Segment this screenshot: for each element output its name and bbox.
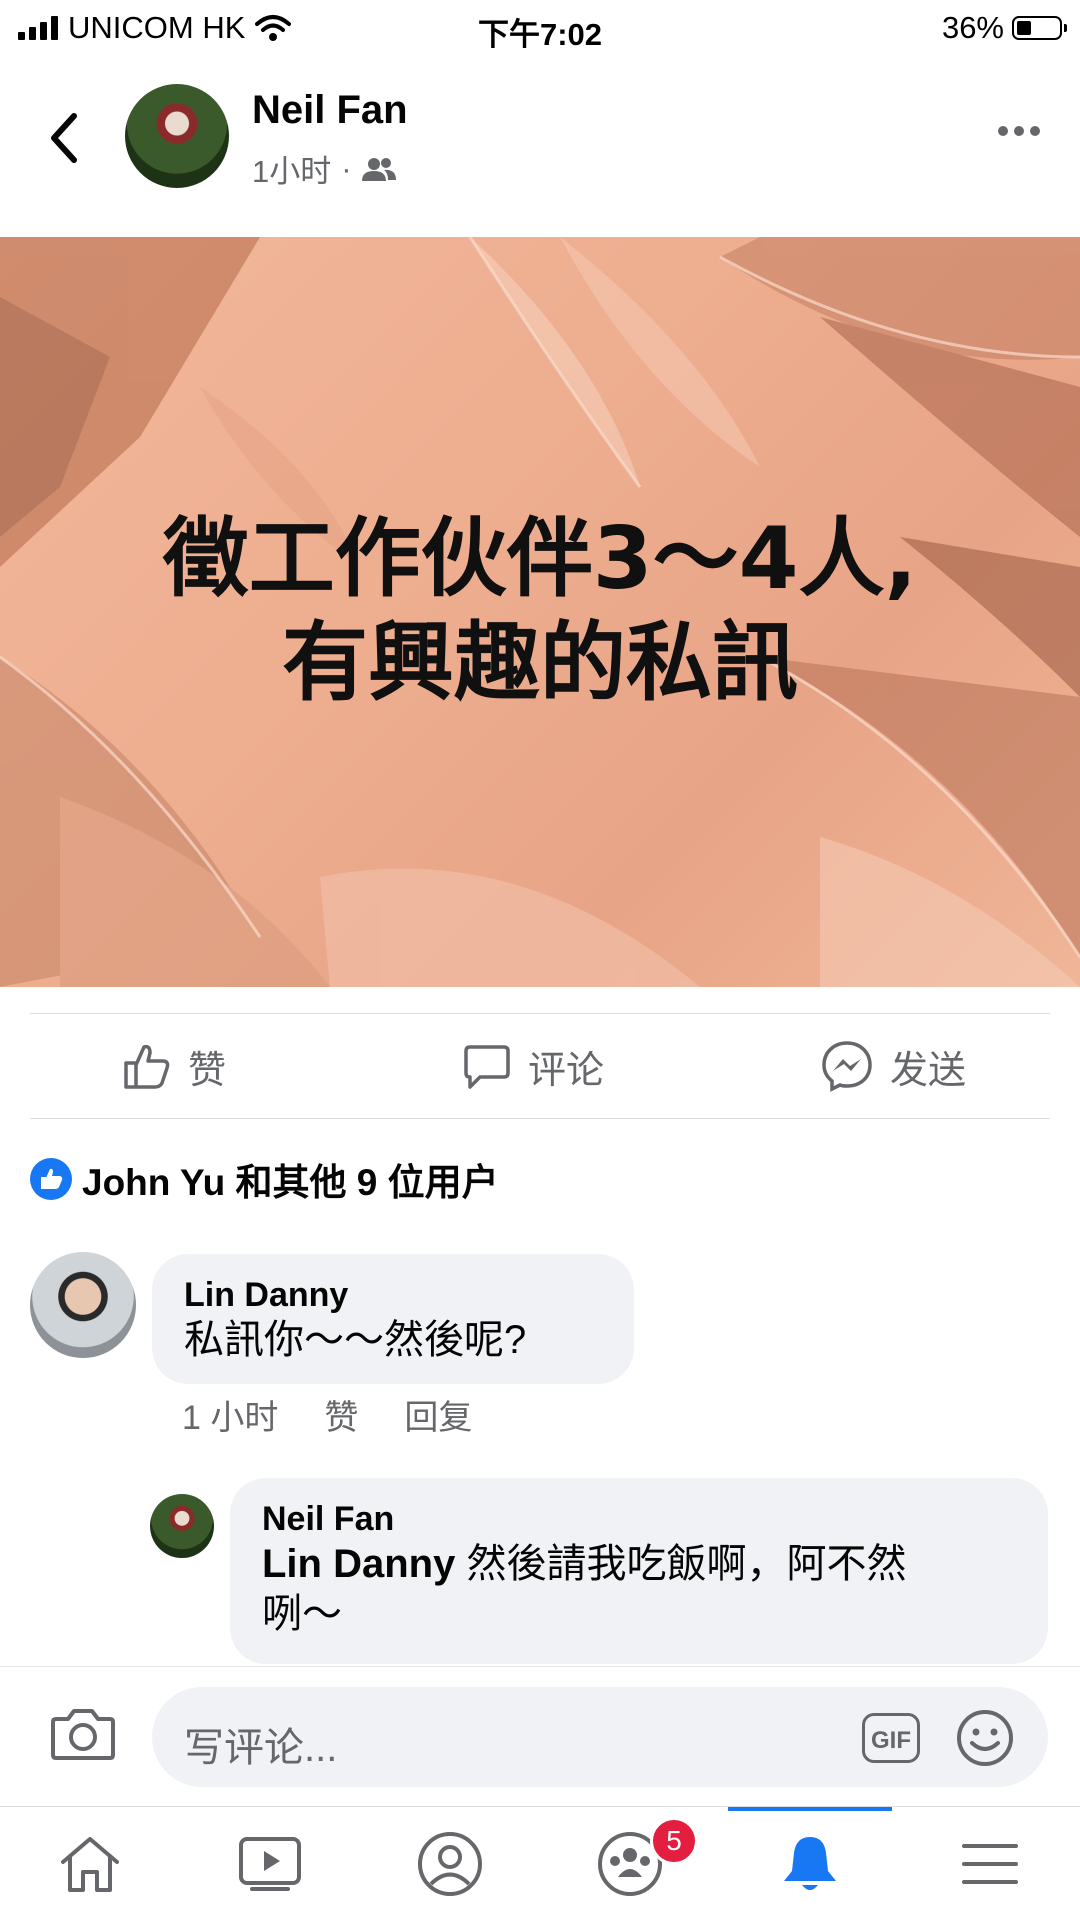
post-header: Neil Fan 1小时 ·: [0, 56, 1080, 236]
nav-watch[interactable]: [180, 1807, 360, 1921]
nav-home[interactable]: [0, 1807, 180, 1921]
nav-menu[interactable]: [900, 1807, 1080, 1921]
author-avatar[interactable]: [125, 84, 229, 188]
like-reaction-icon: [30, 1158, 72, 1200]
battery-icon: [1012, 16, 1067, 40]
nav-notifications[interactable]: [720, 1807, 900, 1921]
comment-composer: 写评论... GIF: [0, 1666, 1080, 1807]
divider: [30, 1118, 1050, 1119]
bell-icon: [784, 1837, 836, 1890]
comment-placeholder: 写评论...: [184, 1726, 338, 1770]
like-button[interactable]: 赞: [122, 1014, 226, 1118]
emoji-icon[interactable]: [956, 1709, 1014, 1767]
comment-input[interactable]: 写评论... GIF: [152, 1687, 1048, 1787]
comment-bubble: Lin Danny 私訊你～～然後呢?: [152, 1254, 634, 1384]
comment-reply-link[interactable]: 回复: [404, 1390, 472, 1439]
post-text-line-2: 有興趣的私訊: [282, 613, 798, 713]
commenter-avatar[interactable]: [30, 1252, 136, 1358]
reply-mention[interactable]: Lin Danny: [262, 1542, 455, 1586]
nav-groups[interactable]: [540, 1807, 720, 1921]
post-time[interactable]: 1小时: [252, 146, 331, 191]
author-name[interactable]: Neil Fan: [252, 88, 408, 133]
status-time: 下午7:02: [477, 17, 603, 52]
video-icon: [239, 1837, 301, 1891]
post-image-text: 徵工作伙伴3～4人, 有興趣的私訊: [0, 507, 1080, 715]
comment-time: 1 小时: [182, 1399, 279, 1437]
action-bar: 赞 评论 发送: [0, 1014, 1080, 1118]
profile-icon: [418, 1832, 482, 1896]
thumbs-up-icon: [124, 1044, 170, 1089]
reaction-summary[interactable]: John Yu 和其他 9 位用户: [30, 1152, 499, 1206]
reaction-summary-text: John Yu 和其他 9 位用户: [82, 1162, 499, 1203]
nav-profile[interactable]: [360, 1807, 540, 1921]
reply-text-line-2: 咧～: [262, 1592, 342, 1636]
post-text-line-1: 徵工作伙伴3～4人,: [162, 509, 918, 609]
comment-icon: [464, 1045, 510, 1089]
more-options-icon[interactable]: [998, 126, 1040, 136]
status-bar: UNICOM HK 下午7:02 36%: [0, 0, 1080, 56]
groups-badge: 5: [650, 1817, 698, 1865]
send-label: 发送: [890, 1049, 967, 1092]
battery-percent: 36%: [941, 10, 1004, 45]
reply-bubble: Neil Fan Lin Danny 然後請我吃飯啊，阿不然咧～: [230, 1478, 1048, 1664]
camera-icon[interactable]: [50, 1705, 116, 1761]
reply-text: Lin Danny 然後請我吃飯啊，阿不然咧～: [262, 1539, 1032, 1639]
messenger-icon: [822, 1041, 872, 1092]
reply-author[interactable]: Neil Fan: [262, 1500, 1032, 1539]
hamburger-menu-icon: [962, 1844, 1018, 1884]
home-icon: [61, 1837, 119, 1892]
friends-icon: [361, 157, 396, 181]
reply-avatar[interactable]: [150, 1494, 214, 1558]
like-label: 赞: [188, 1049, 227, 1092]
comment-meta: 1 小时 赞 回复: [182, 1390, 472, 1439]
reply-text-line-1: 然後請我吃飯啊，阿不然: [455, 1542, 907, 1586]
comment-label: 评论: [528, 1049, 605, 1092]
comment-author[interactable]: Lin Danny: [184, 1276, 526, 1315]
comment-like-link[interactable]: 赞: [324, 1390, 358, 1439]
bottom-nav: 5: [0, 1806, 1080, 1921]
post-image[interactable]: 徵工作伙伴3～4人, 有興趣的私訊: [0, 237, 1080, 987]
gif-button[interactable]: GIF: [862, 1713, 920, 1763]
meta-separator: ·: [341, 150, 352, 186]
back-arrow-icon[interactable]: [44, 108, 84, 168]
comment-button[interactable]: 评论: [462, 1014, 604, 1118]
post-meta: 1小时 ·: [252, 146, 396, 191]
comment-text: 私訊你～～然後呢?: [184, 1318, 527, 1362]
send-button[interactable]: 发送: [820, 1014, 966, 1118]
